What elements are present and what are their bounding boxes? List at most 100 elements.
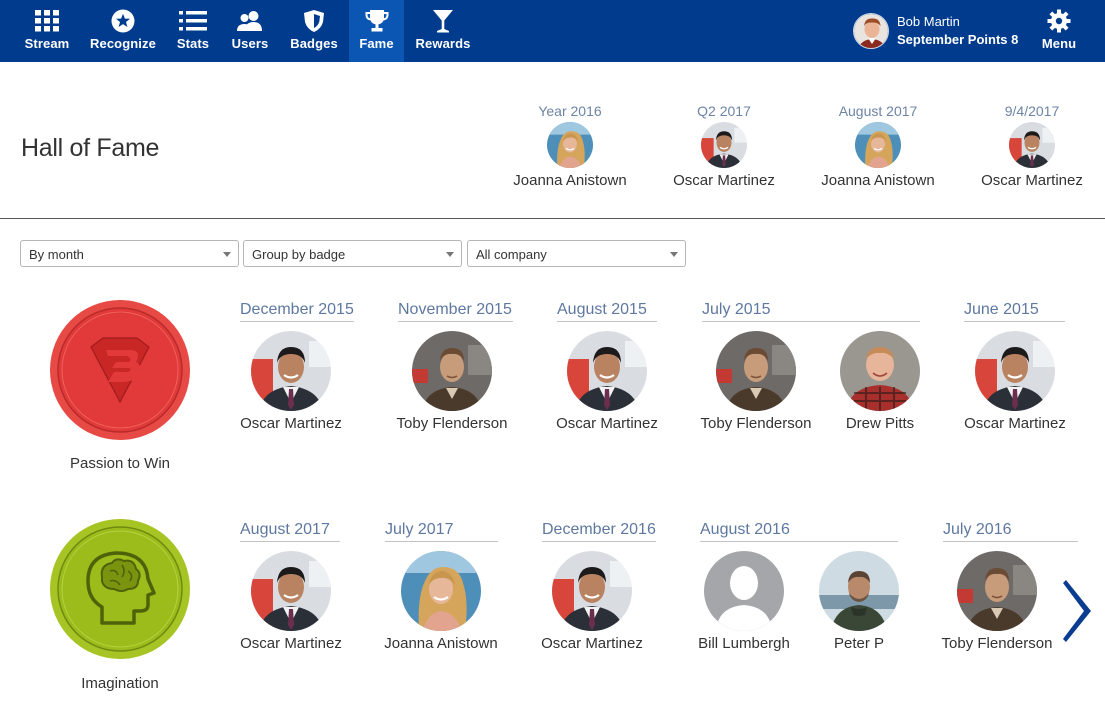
- highlight-winner-name[interactable]: Joanna Anistown: [495, 172, 645, 189]
- avatar: [716, 331, 796, 411]
- period-link[interactable]: July 2015: [702, 300, 920, 322]
- avatar: [401, 551, 481, 631]
- avatar[interactable]: [701, 122, 747, 168]
- user-points: September Points 8: [897, 32, 1019, 47]
- period-link[interactable]: August 2016: [700, 520, 898, 542]
- avatar: [704, 551, 784, 631]
- winner-card[interactable]: Joanna Anistown: [376, 551, 506, 652]
- nav-label: Rewards: [415, 36, 471, 51]
- winner-name: Oscar Martinez: [240, 415, 342, 432]
- page-title: Hall of Fame: [21, 134, 160, 162]
- star-circle-icon: [111, 9, 135, 33]
- nav-label: Stats: [176, 36, 210, 51]
- nav-menu[interactable]: Menu: [1036, 0, 1082, 62]
- nav-label: Fame: [359, 36, 394, 51]
- grouping-select-value: Group by badge: [252, 247, 346, 262]
- winner-name: Peter P: [833, 635, 885, 652]
- nav-fame[interactable]: Fame: [349, 0, 404, 62]
- winner-card[interactable]: Toby Flenderson: [691, 331, 821, 432]
- winner-name: Toby Flenderson: [941, 635, 1053, 652]
- scope-select-value: All company: [476, 247, 547, 262]
- avatar: [975, 331, 1055, 411]
- chevron-right-icon: [1063, 580, 1091, 642]
- trophy-icon: [364, 9, 390, 33]
- avatar[interactable]: [1009, 122, 1055, 168]
- winner-card[interactable]: Oscar Martinez: [226, 331, 356, 432]
- winner-name: Oscar Martinez: [964, 415, 1065, 432]
- nav-badges[interactable]: Badges: [288, 0, 340, 62]
- clipped-region: Oscar Martinez: [940, 331, 1065, 436]
- avatar: [957, 551, 1037, 631]
- highlight-period: Year 2016: [538, 103, 602, 119]
- nav-label: Stream: [24, 36, 70, 51]
- winner-card[interactable]: Oscar Martinez: [950, 331, 1065, 432]
- period-select-value: By month: [29, 247, 84, 262]
- nav-label: Menu: [1041, 36, 1077, 51]
- nav-recognize[interactable]: Recognize: [88, 0, 158, 62]
- winner-card[interactable]: Oscar Martinez: [527, 551, 657, 652]
- highlight-winner-name[interactable]: Joanna Anistown: [803, 172, 953, 189]
- hall-of-fame-highlight: Year 2016 Joanna Anistown: [495, 103, 645, 189]
- period-link[interactable]: July 2016: [943, 520, 1078, 542]
- superman-shield-icon: [50, 300, 190, 440]
- avatar: [251, 551, 331, 631]
- period-link[interactable]: June 2015: [964, 300, 1065, 322]
- hall-of-fame-highlight: August 2017 Joanna Anistown: [803, 103, 953, 189]
- nav-label: Recognize: [90, 36, 156, 51]
- highlight-period: Q2 2017: [697, 103, 751, 119]
- nav-stream[interactable]: Stream: [20, 0, 74, 62]
- winner-name: Oscar Martinez: [556, 415, 658, 432]
- winner-name: Oscar Martinez: [541, 635, 643, 652]
- avatar[interactable]: [547, 122, 593, 168]
- period-select[interactable]: By month: [20, 240, 239, 267]
- gear-icon: [1047, 9, 1071, 33]
- brain-head-icon: [50, 519, 190, 659]
- grouping-select[interactable]: Group by badge: [243, 240, 462, 267]
- hall-of-fame-highlight: Q2 2017 Oscar Martinez: [649, 103, 799, 189]
- avatar: [819, 551, 899, 631]
- winner-card[interactable]: Toby Flenderson: [387, 331, 517, 432]
- winner-card[interactable]: Oscar Martinez: [226, 551, 356, 652]
- scope-select[interactable]: All company: [467, 240, 686, 267]
- winner-card[interactable]: Oscar Martinez: [542, 331, 672, 432]
- nav-users[interactable]: Users: [228, 0, 272, 62]
- grid-icon: [35, 9, 59, 33]
- user-name: Bob Martin: [897, 14, 960, 29]
- top-navigation: Stream Recognize Stats Users Badges Fame…: [0, 0, 1105, 62]
- chevron-down-icon: [670, 252, 678, 257]
- period-link[interactable]: November 2015: [398, 300, 513, 322]
- highlight-winner-name[interactable]: Oscar Martinez: [649, 172, 799, 189]
- highlight-winner-name[interactable]: Oscar Martinez: [957, 172, 1105, 189]
- avatar[interactable]: [855, 122, 901, 168]
- period-link[interactable]: December 2016: [542, 520, 656, 542]
- period-link[interactable]: December 2015: [240, 300, 354, 322]
- winner-name: Oscar Martinez: [240, 635, 342, 652]
- nav-stats[interactable]: Stats: [172, 0, 214, 62]
- period-link[interactable]: August 2015: [557, 300, 657, 322]
- winner-name: Joanna Anistown: [384, 635, 498, 652]
- badge-passion-to-win[interactable]: [50, 300, 190, 440]
- period-link[interactable]: July 2017: [385, 520, 498, 542]
- highlight-period: 9/4/2017: [1004, 103, 1060, 119]
- winner-name: Toby Flenderson: [700, 415, 812, 432]
- winner-card[interactable]: Toby Flenderson: [932, 551, 1062, 652]
- period-link[interactable]: August 2017: [240, 520, 340, 542]
- chevron-down-icon: [446, 252, 454, 257]
- cocktail-icon: [432, 9, 454, 33]
- badge-imagination[interactable]: [50, 519, 190, 659]
- winner-name: Toby Flenderson: [396, 415, 508, 432]
- nav-rewards[interactable]: Rewards: [414, 0, 472, 62]
- avatar: [552, 551, 632, 631]
- list-icon: [179, 9, 207, 33]
- avatar: [412, 331, 492, 411]
- avatar: [840, 331, 920, 411]
- next-page-button[interactable]: [1060, 578, 1096, 644]
- nav-label: Users: [231, 36, 269, 51]
- avatar: [251, 331, 331, 411]
- winner-card[interactable]: Peter P: [794, 551, 924, 652]
- nav-label: Badges: [290, 36, 338, 51]
- avatar: [567, 331, 647, 411]
- winner-card[interactable]: Drew Pitts: [815, 331, 945, 432]
- winner-card[interactable]: Bill Lumbergh: [679, 551, 809, 652]
- user-profile[interactable]: Bob Martin September Points 8: [853, 11, 1018, 51]
